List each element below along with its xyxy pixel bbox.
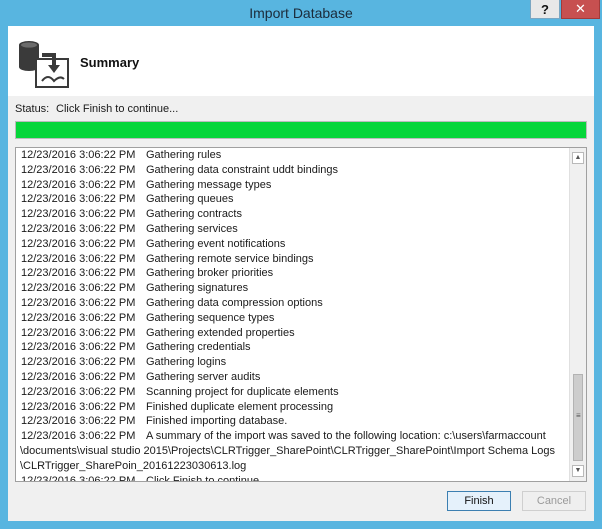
log-message: Gathering sequence types [146,311,275,324]
log-entry: 12/23/2016 3:06:22 PM Gathering remote se… [16,252,568,267]
log-entry: 12/23/2016 3:06:22 PM Gathering signature… [16,281,568,296]
dialog-body: Summary Status: Click Finish to continue… [8,26,594,521]
log-message: Gathering rules [146,149,222,161]
progress-bar [15,121,587,139]
log-timestamp: 12/23/2016 3:06:22 PM [21,430,136,443]
status-value: Click Finish to continue... [56,103,179,115]
log-message: Gathering data constraint uddt bindings [146,163,339,176]
log-timestamp: 12/23/2016 3:06:22 PM [21,326,136,339]
log-message: Gathering services [146,222,238,235]
log-message: Gathering server audits [146,370,261,383]
log-message: A summary of the import was saved to the… [146,430,546,443]
log-timestamp: 12/23/2016 3:06:22 PM [21,208,136,221]
log-timestamp: 12/23/2016 3:06:22 PM [21,252,136,265]
finish-button[interactable]: Finish [447,491,511,511]
log-entry: 12/23/2016 3:06:22 PM Gathering data comp… [16,296,568,311]
cancel-button[interactable]: Cancel [522,491,586,511]
grip-icon: ≡ [576,411,581,420]
vertical-scrollbar[interactable]: ▲ ≡ ▼ [569,148,586,481]
log-timestamp: 12/23/2016 3:06:22 PM [21,282,136,295]
log-entry: 12/23/2016 3:06:22 PM Finished duplicate … [16,400,568,415]
log-timestamp: 12/23/2016 3:06:22 PM [21,356,136,369]
import-database-window: Import Database ? ✕ Summary Status: Clic… [0,0,602,529]
status-label: Status: [15,103,50,115]
log-message: Gathering extended properties [146,326,295,339]
log-entry: 12/23/2016 3:06:22 PM Gathering rules [16,148,568,163]
log-timestamp: 12/23/2016 3:06:22 PM [21,311,136,324]
scrollbar-thumb[interactable]: ≡ [573,374,583,461]
scroll-down-arrow-icon[interactable]: ▼ [572,465,584,477]
log-message: Gathering broker priorities [146,267,274,280]
log-timestamp: 12/23/2016 3:06:22 PM [21,474,136,482]
log-entry: 12/23/2016 3:06:22 PM Gathering sequence … [16,311,568,326]
log-timestamp: 12/23/2016 3:06:22 PM [21,385,136,398]
log-entry: 12/23/2016 3:06:22 PM Gathering event not… [16,237,568,252]
page-title: Summary [80,55,140,70]
scroll-up-arrow-icon[interactable]: ▲ [572,152,584,164]
log-entry: 12/23/2016 3:06:22 PM Gathering services [16,222,568,237]
log-entry: 12/23/2016 3:06:22 PM A summary of the im… [16,429,568,444]
log-message: Scanning project for duplicate elements [146,385,339,398]
log-entry: 12/23/2016 3:06:22 PM Gathering credentia… [16,340,568,355]
log-rows: 12/23/2016 3:06:22 PM Gathering rules 12/2… [16,148,568,482]
log-message: Gathering contracts [146,208,242,221]
log-message: Gathering remote service bindings [146,252,314,265]
log-message-continuation: \CLRTrigger_SharePoin_20161223030613.log [20,459,247,472]
log-timestamp: 12/23/2016 3:06:22 PM [21,296,136,309]
log-message: Click Finish to continue... [146,474,269,482]
title-bar[interactable]: Import Database ? ✕ [0,0,602,26]
log-message: Gathering data compression options [146,296,323,309]
log-message-continuation: \documents\visual studio 2015\Projects\C… [20,444,555,457]
log-message: Finished importing database. [146,415,288,428]
log-message: Gathering event notifications [146,237,286,250]
log-entry: 12/23/2016 3:06:22 PM Click Finish to con… [16,474,568,482]
window-title: Import Database [249,5,353,21]
log-message: Gathering queues [146,193,234,206]
log-message: Gathering logins [146,356,227,369]
log-list[interactable]: 12/23/2016 3:06:22 PM Gathering rules 12/2… [15,147,587,482]
log-entry: 12/23/2016 3:06:22 PM Scanning project fo… [16,385,568,400]
log-timestamp: 12/23/2016 3:06:22 PM [21,237,136,250]
log-entry: 12/23/2016 3:06:22 PM Gathering broker pr… [16,266,568,281]
close-button[interactable]: ✕ [561,0,600,19]
log-entry: 12/23/2016 3:06:22 PM Gathering message t… [16,178,568,193]
database-import-icon [14,35,70,91]
log-message: Gathering credentials [146,341,251,354]
help-button[interactable]: ? [530,0,560,19]
log-timestamp: 12/23/2016 3:06:22 PM [21,178,136,191]
log-message: Finished duplicate element processing [146,400,334,413]
header-band: Summary [8,26,594,96]
log-timestamp: 12/23/2016 3:06:22 PM [21,415,136,428]
progress-fill [16,122,586,138]
log-entry: 12/23/2016 3:06:22 PM Gathering contracts [16,207,568,222]
log-entry: 12/23/2016 3:06:22 PM Gathering queues [16,192,568,207]
log-entry: 12/23/2016 3:06:22 PM Gathering extended … [16,326,568,341]
log-timestamp: 12/23/2016 3:06:22 PM [21,341,136,354]
log-entry: 12/23/2016 3:06:22 PM Gathering data cons… [16,163,568,178]
log-timestamp: 12/23/2016 3:06:22 PM [21,267,136,280]
log-timestamp: 12/23/2016 3:06:22 PM [21,222,136,235]
log-timestamp: 12/23/2016 3:06:22 PM [21,370,136,383]
log-entry: 12/23/2016 3:06:22 PM Finished importing … [16,414,568,429]
log-timestamp: 12/23/2016 3:06:22 PM [21,400,136,413]
log-timestamp: 12/23/2016 3:06:22 PM [21,163,136,176]
log-message: Gathering message types [146,178,272,191]
log-timestamp: 12/23/2016 3:06:22 PM [21,149,136,161]
log-entry: 12/23/2016 3:06:22 PM Gathering server au… [16,370,568,385]
log-timestamp: 12/23/2016 3:06:22 PM [21,193,136,206]
log-message: Gathering signatures [146,282,249,295]
log-entry: 12/23/2016 3:06:22 PM Gathering logins [16,355,568,370]
